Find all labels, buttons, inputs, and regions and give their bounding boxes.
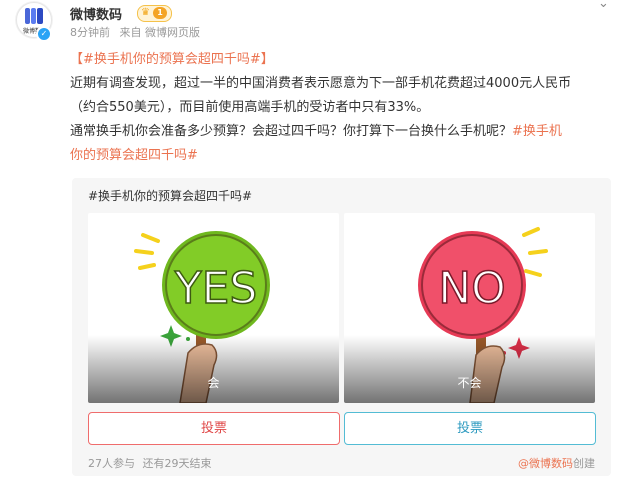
post-meta: 8分钟前 来自 微博网页版 [70,24,206,40]
poll-creator: @微博数码创建 [518,455,595,471]
post-source: 来自 微博网页版 [119,26,201,39]
vote-yes-button[interactable]: 投票 [88,412,340,445]
creator-link[interactable]: @微博数码 [518,457,573,470]
post-body: 【#换手机你的预算会超四千吗#】 近期有调查发现，超过一半的中国消费者表示愿意为… [70,48,610,168]
topic-link[interactable]: #换手机 [512,124,562,139]
poll-option-label: 会 [207,376,220,390]
body-line: 近期有调查发现，超过一半的中国消费者表示愿意为下一部手机花费超过4000元人民币 [70,76,572,91]
vote-no-button[interactable]: 投票 [344,412,596,445]
option-shade [88,335,339,403]
user-level-badge[interactable]: ♛ 1 [137,5,172,22]
chevron-down-icon[interactable]: ⌄ [598,0,609,11]
yes-sign-text: YES [174,263,258,314]
crown-icon: ♛ [141,7,150,18]
username[interactable]: 微博数码 [70,4,122,23]
poll-card: #换手机你的预算会超四千吗# YES 会 NO 不会 投票 投票 27人参与 还… [72,178,611,476]
topic-link[interactable]: 你的预算会超四千吗# [70,148,198,163]
topic-link[interactable]: 【#换手机你的预算会超四千吗#】 [70,52,274,67]
poll-remaining: 还有29天结束 [142,457,212,470]
poll-footer: 27人参与 还有29天结束 [88,455,216,471]
poll-option-yes[interactable]: YES 会 [88,213,339,403]
creator-suffix: 创建 [573,457,595,470]
poll-title: #换手机你的预算会超四千吗# [88,189,253,203]
body-line: 通常换手机你会准备多少预算？会超过四千吗？你打算下一台换什么手机呢？ [70,124,513,139]
level-number: 1 [153,7,167,19]
option-shade [344,335,595,403]
weibo-digital-logo [25,8,43,24]
no-sign-text: NO [438,263,506,314]
poll-option-no[interactable]: NO 不会 [344,213,595,403]
poll-participants: 27人参与 [88,457,135,470]
post-time[interactable]: 8分钟前 [70,26,110,39]
poll-option-label: 不会 [457,376,482,390]
verified-badge-icon: ✓ [36,26,52,42]
body-line: （约合550美元），而目前使用高端手机的受访者中只有33%。 [70,100,430,115]
